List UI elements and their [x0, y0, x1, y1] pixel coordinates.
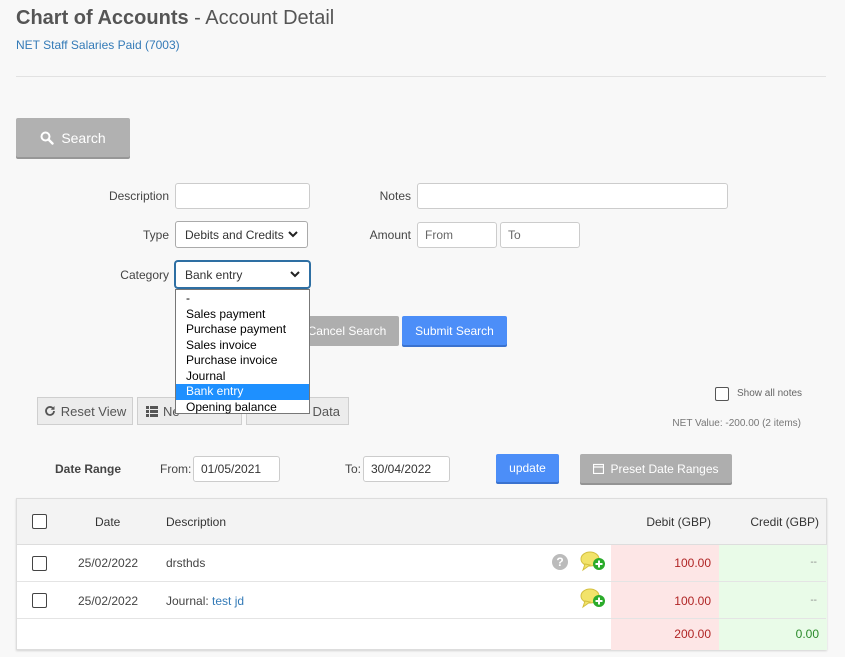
data-button-label: Data: [312, 403, 340, 419]
credit-column-header[interactable]: Credit (GBP): [719, 515, 819, 529]
header-divider: [16, 76, 826, 77]
net-value-text: NET Value: -200.00 (2 items): [672, 418, 801, 429]
page-title: Chart of Accounts - Account Detail: [16, 7, 334, 30]
search-button[interactable]: Search: [16, 118, 130, 157]
category-option[interactable]: Opening balance: [176, 400, 309, 416]
add-note-icon[interactable]: [579, 587, 607, 609]
total-credit: 0.00: [795, 627, 819, 641]
category-option[interactable]: Journal: [176, 369, 309, 385]
row-date: 25/02/2022: [78, 556, 139, 570]
row-divider: [17, 581, 826, 582]
amount-from-input[interactable]: [417, 222, 497, 248]
amount-to-input[interactable]: [500, 222, 580, 248]
category-option[interactable]: -: [176, 291, 309, 307]
update-button[interactable]: update: [496, 454, 559, 482]
category-select[interactable]: Bank entry: [175, 261, 310, 288]
row-description: Journal: test jd: [166, 594, 244, 608]
date-range-label: Date Range: [55, 462, 122, 476]
description-input[interactable]: [175, 183, 310, 209]
row-description-prefix: Journal:: [166, 594, 209, 608]
type-select[interactable]: Debits and Credits: [175, 221, 308, 248]
description-label: Description: [108, 189, 169, 203]
date-from-label: From:: [160, 462, 192, 476]
category-label: Category: [120, 268, 169, 282]
show-all-notes-label: Show all notes: [737, 388, 803, 399]
row-description: drsthds: [166, 556, 206, 570]
search-button-label: Search: [61, 129, 106, 146]
row-checkbox[interactable]: [32, 593, 47, 608]
reset-view-label: Reset View: [60, 403, 127, 419]
preset-date-ranges-button[interactable]: Preset Date Ranges: [580, 454, 732, 483]
category-option[interactable]: Sales invoice: [176, 338, 309, 354]
table-header: Date Description Debit (GBP) Credit (GBP…: [17, 499, 826, 545]
calendar-icon: [593, 463, 605, 474]
category-option[interactable]: Purchase invoice: [176, 353, 309, 369]
category-dropdown-list[interactable]: - Sales payment Purchase payment Sales invo…: [175, 289, 310, 414]
category-option[interactable]: Purchase payment: [176, 322, 309, 338]
type-select-value: Debits and Credits: [185, 227, 284, 242]
account-name-link[interactable]: NET Staff Salaries Paid (7003): [16, 38, 180, 52]
row-checkbox[interactable]: [32, 556, 47, 571]
date-column-header[interactable]: Date: [95, 515, 120, 529]
page-title-main: Chart of Accounts: [16, 7, 189, 29]
reset-view-button[interactable]: Reset View: [37, 397, 133, 425]
select-all-checkbox[interactable]: [32, 514, 47, 529]
date-from-input[interactable]: [193, 456, 280, 482]
row-divider: [17, 618, 826, 619]
description-column-header[interactable]: Description: [166, 515, 226, 529]
notes-label: Notes: [379, 189, 411, 203]
date-to-input[interactable]: [363, 456, 450, 482]
row-debit: 100.00: [674, 556, 711, 570]
chevron-down-icon: [288, 231, 298, 238]
category-option[interactable]: Sales payment: [176, 307, 309, 323]
type-label: Type: [142, 228, 169, 242]
transactions-table: Date Description Debit (GBP) Credit (GBP…: [16, 498, 827, 650]
journal-link[interactable]: test jd: [212, 594, 244, 608]
category-option[interactable]: Bank entry: [176, 384, 309, 400]
submit-search-button[interactable]: Submit Search: [402, 316, 507, 345]
category-select-value: Bank entry: [185, 267, 243, 282]
row-date: 25/02/2022: [78, 594, 139, 608]
date-to-label: To:: [345, 462, 362, 476]
chevron-down-icon: [290, 271, 300, 278]
total-debit: 200.00: [674, 627, 711, 641]
amount-label: Amount: [369, 228, 411, 242]
help-icon[interactable]: ?: [552, 554, 568, 570]
notes-input[interactable]: [417, 183, 728, 209]
row-credit: --: [810, 557, 817, 568]
list-icon: [146, 405, 158, 417]
page-title-suffix: - Account Detail: [194, 7, 335, 29]
row-debit: 100.00: [674, 594, 711, 608]
show-all-notes-checkbox[interactable]: [715, 387, 729, 401]
cancel-search-button[interactable]: Cancel Search: [295, 316, 399, 346]
row-credit: --: [810, 595, 817, 606]
search-icon: [40, 131, 55, 145]
preset-date-ranges-label: Preset Date Ranges: [610, 461, 719, 476]
add-note-icon[interactable]: [579, 550, 607, 572]
debit-column-header[interactable]: Debit (GBP): [611, 515, 711, 529]
refresh-icon: [44, 406, 55, 416]
